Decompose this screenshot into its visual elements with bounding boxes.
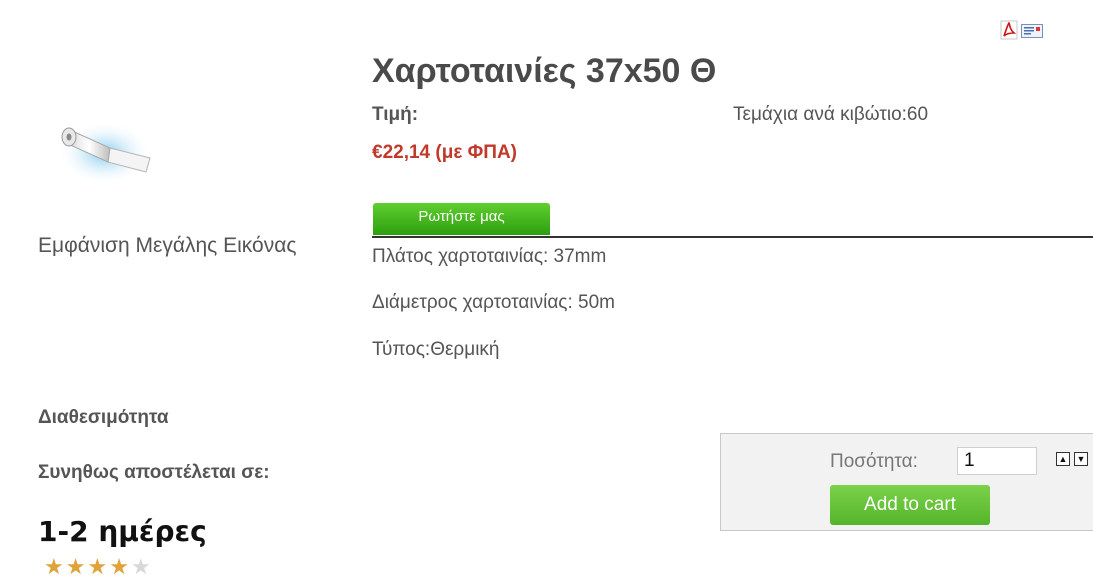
spec-type: Τύπος:Θερμική: [372, 339, 500, 360]
quantity-label: Ποσότητα:: [830, 451, 918, 472]
big-image-link[interactable]: Εμφάνιση Μεγάλης Εικόνας: [38, 234, 297, 258]
email-icon[interactable]: [1021, 24, 1043, 38]
rating-stars: ★★★★★: [44, 556, 153, 578]
star-icon: ★: [109, 554, 131, 579]
quantity-input[interactable]: [957, 447, 1037, 475]
star-icon: ★: [65, 554, 88, 579]
star-empty-icon: ★: [130, 554, 153, 579]
spec-width: Πλάτος χαρτοταινίας: 37mm: [372, 246, 607, 267]
arrow-up-icon[interactable]: ▲: [1056, 452, 1070, 466]
units-per-box: Τεμάχια ανά κιβώτιο:60: [733, 104, 929, 125]
price-value: €22,14 (με ΦΠΑ): [372, 142, 518, 163]
arrow-down-icon[interactable]: ▼: [1074, 452, 1088, 466]
ships-in-label: Συνηθως αποστέλεται σε:: [38, 462, 270, 483]
divider: [372, 236, 1093, 238]
add-to-cart-button[interactable]: Add to cart: [830, 485, 990, 525]
star-icon: ★: [44, 554, 66, 579]
spec-diameter: Διάμετρος χαρτοταινίας: 50m: [372, 292, 615, 313]
star-icon: ★: [87, 554, 110, 579]
product-image[interactable]: [50, 100, 170, 190]
availability-label: Διαθεσιμότητα: [38, 407, 169, 428]
ships-in-value: 1-2 ημέρες: [38, 515, 207, 548]
ask-us-button[interactable]: Ρωτήστε μας: [373, 203, 550, 235]
price-label: Τιμή:: [372, 104, 419, 125]
pdf-icon[interactable]: [1000, 20, 1018, 40]
product-title: Χαρτοταινίες 37x50 Θ: [372, 52, 717, 90]
